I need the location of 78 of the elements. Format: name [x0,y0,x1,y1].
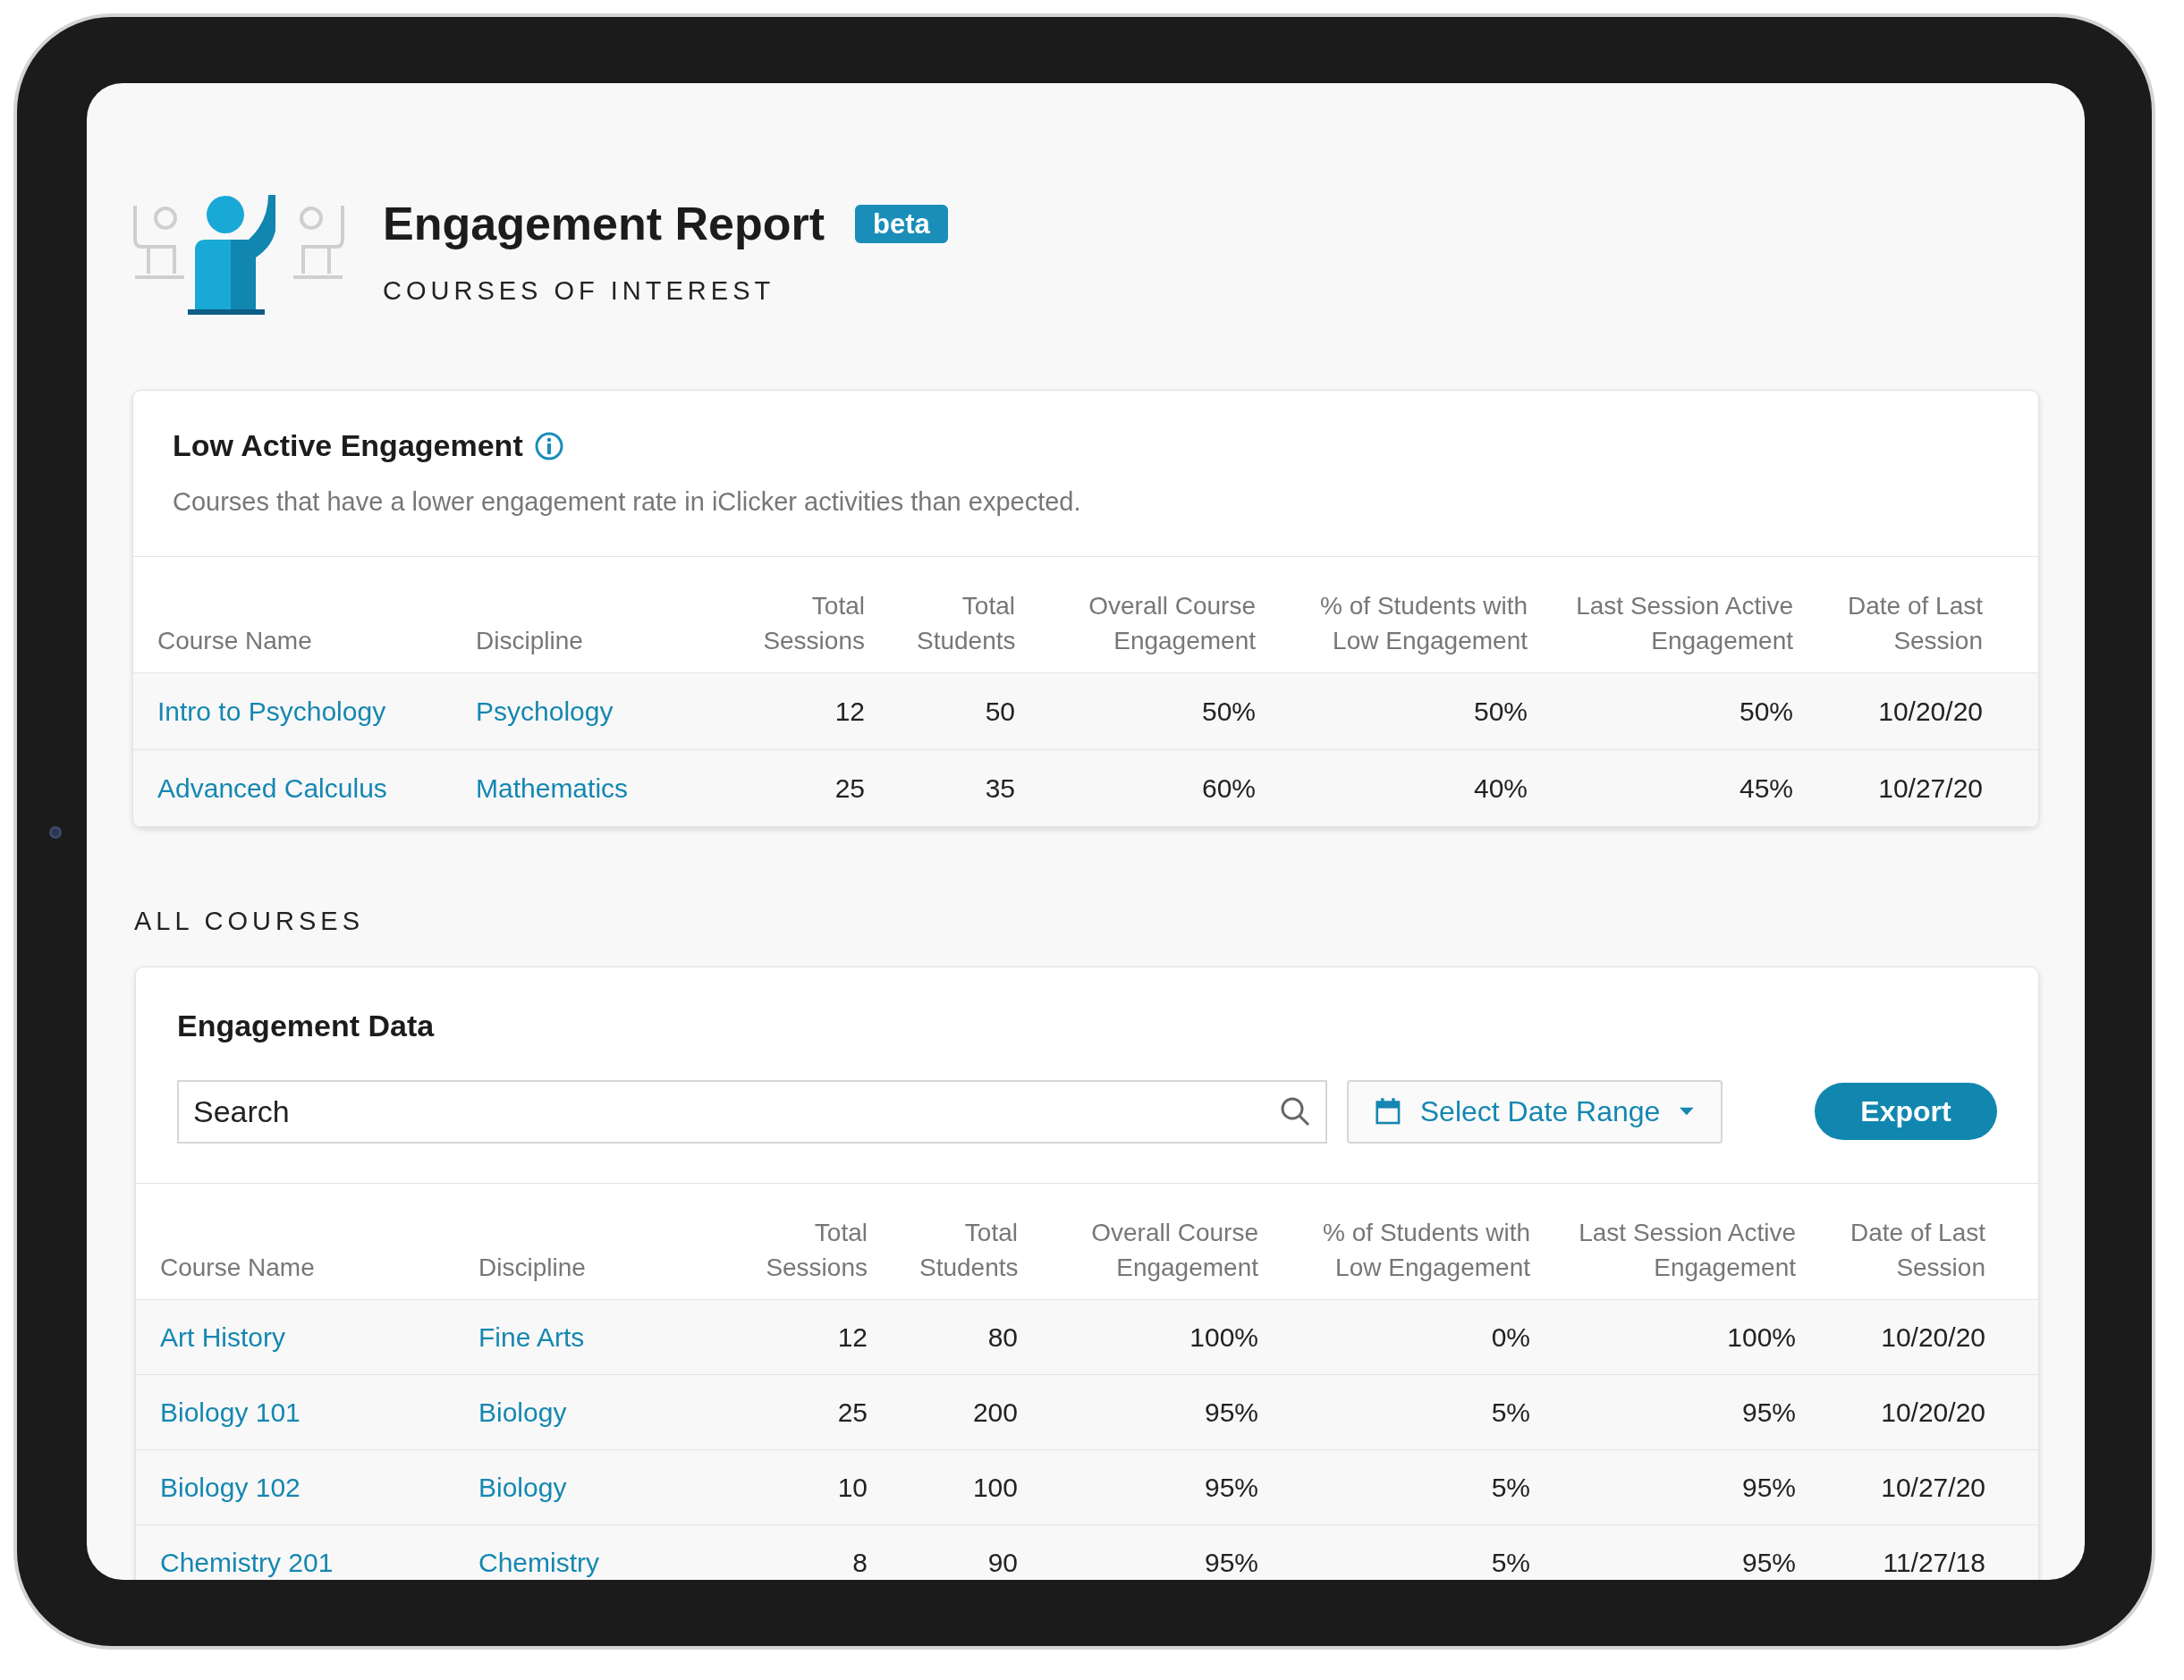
table-cell-text: 12 [837,1321,868,1354]
column-header: Total Sessions [762,590,865,656]
column-header: Total Students [917,590,1015,656]
table-cell-text: 95% [1204,1396,1258,1429]
info-icon[interactable] [533,430,564,461]
table-cell-text: 50 [985,695,1015,728]
column-header: Overall Course Engagement [1088,590,1256,656]
beta-badge: beta [855,204,948,243]
table-cell-text: 45% [1739,772,1793,805]
course-link[interactable]: Art History [160,1316,285,1357]
column-header: % of Students with Low Engagement [1322,1217,1530,1283]
table-cell-text: 95% [1204,1471,1258,1504]
column-header: % of Students with Low Engagement [1319,590,1528,656]
table-cell-text: 50% [1739,695,1793,728]
table-cell-text: 10/27/20 [1878,772,1983,805]
column-header: Discipline [476,625,583,656]
discipline-link[interactable]: Biology [478,1466,567,1507]
table-cell-text: 25 [837,1396,868,1429]
table-cell-text: 95% [1204,1546,1258,1579]
table-cell-text: 100 [972,1471,1018,1504]
person-raising-hand-icon [132,195,345,317]
card-title: Low Active Engagement [173,427,523,464]
column-header: Date of Last Session [1847,590,1983,656]
table-cell-text: 95% [1741,1471,1796,1504]
table-cell-text: 5% [1491,1471,1530,1504]
table-cell-text: 50% [1201,695,1256,728]
course-link[interactable]: Chemistry 201 [160,1541,334,1580]
card-title: Engagement Data [177,1009,436,1041]
table-cell-text: 10 [837,1471,868,1504]
table-cell-text: 50% [1473,695,1528,728]
discipline-link[interactable]: Chemistry [478,1541,599,1580]
table-cell-text: 5% [1491,1546,1530,1579]
column-header: Course Name [160,1252,315,1283]
table-cell-text: 35 [985,772,1015,805]
column-header: Total Sessions [765,1217,868,1283]
camera-icon [49,826,62,839]
export-button[interactable]: Export [1815,1083,1997,1140]
table-cell-text: 80 [987,1321,1018,1354]
column-header: Discipline [478,1252,586,1283]
table-cell-text: 10/20/20 [1881,1396,1985,1429]
column-header: Last Session Active Engagement [1578,1217,1796,1283]
calendar-icon [1376,1096,1401,1127]
table-cell-text: 100% [1189,1321,1258,1354]
page-subtitle: COURSES OF INTEREST [383,275,776,307]
discipline-link[interactable]: Fine Arts [478,1316,585,1357]
column-header: Last Session Active Engagement [1575,590,1793,656]
course-link[interactable]: Biology 102 [160,1466,301,1507]
table-cell-text: 11/27/18 [1883,1546,1985,1579]
course-link[interactable]: Advanced Calculus [157,767,387,808]
table-cell-text: 95% [1741,1546,1796,1579]
card-description: Courses that have a lower engagement rate in iClicker activities than expected. [173,486,1082,518]
table-cell-text: 40% [1473,772,1528,805]
table-cell-text: 10/27/20 [1881,1471,1985,1504]
table-cell-text: 90 [987,1546,1018,1579]
course-link[interactable]: Biology 101 [160,1391,301,1432]
table-cell-text: 12 [834,695,865,728]
table-cell-text: 200 [972,1396,1018,1429]
date-range-dropdown[interactable]: Select Date Range [1347,1079,1723,1144]
table-cell-text: 95% [1741,1396,1796,1429]
course-link[interactable]: Intro to Psychology [157,690,386,731]
column-header: Date of Last Session [1850,1217,1985,1283]
table-cell-text: 25 [834,772,865,805]
table-cell-text: 8 [852,1546,868,1579]
caret-icon [1680,1107,1694,1116]
search-field[interactable]: Search [177,1079,1327,1144]
column-header: Course Name [157,625,312,656]
table-cell-text: 60% [1201,772,1256,805]
table-cell-text: 10/20/20 [1878,695,1983,728]
discipline-link[interactable]: Biology [478,1391,567,1432]
column-header: Total Students [919,1217,1018,1283]
discipline-link[interactable]: Mathematics [476,767,629,808]
section-heading: ALL COURSES [134,908,365,934]
table-cell-text: 5% [1491,1396,1530,1429]
table-cell-text: 0% [1491,1321,1530,1354]
column-header: Overall Course Engagement [1090,1217,1258,1283]
discipline-link[interactable]: Psychology [476,690,614,731]
table-cell-text: 10/20/20 [1881,1321,1985,1354]
table-cell-text: 100% [1727,1321,1796,1354]
